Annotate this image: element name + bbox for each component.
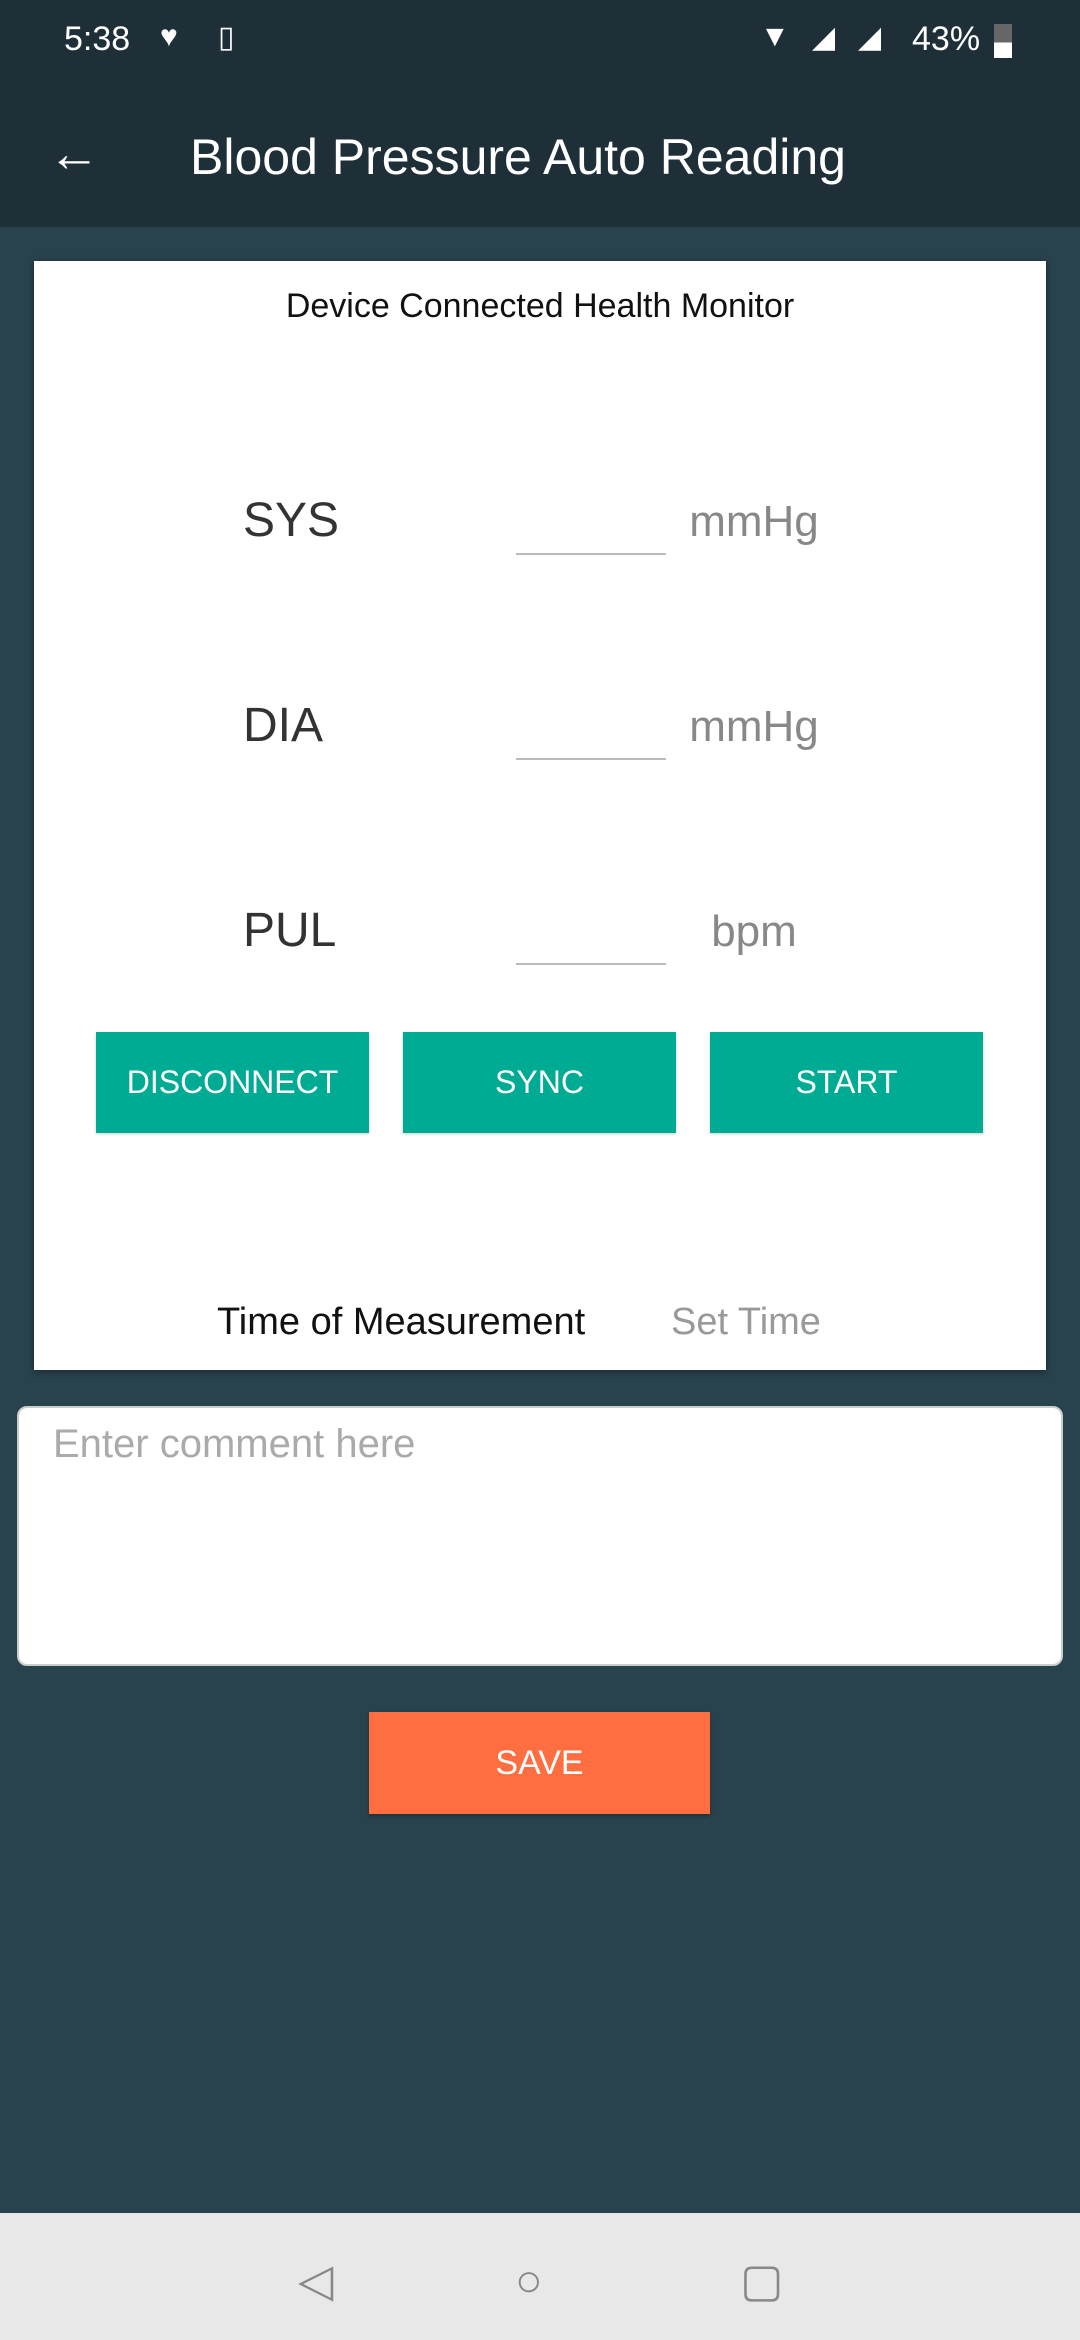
dia-unit: mmHg xyxy=(689,702,819,751)
pul-label: PUL xyxy=(243,904,337,957)
start-button[interactable]: START xyxy=(710,1032,983,1133)
recents-nav-icon[interactable]: ▢ xyxy=(740,2253,783,2307)
status-bar: 5:38 ♥ ▯ ▼ ◢ ◢ 43% xyxy=(0,0,1080,84)
battery-icon xyxy=(994,24,1012,58)
time-of-measurement-label: Time of Measurement xyxy=(217,1301,586,1343)
home-nav-icon[interactable]: ○ xyxy=(515,2253,543,2307)
card-title: Device Connected Health Monitor xyxy=(285,287,795,325)
dia-label: DIA xyxy=(243,699,324,752)
comment-input[interactable] xyxy=(17,1406,1063,1666)
wifi-icon: ▼ xyxy=(760,20,790,53)
pul-row: PUL bpm xyxy=(34,903,1046,1023)
navigation-bar: ◁ ○ ▢ xyxy=(0,2213,1080,2340)
sys-row: SYS mmHg xyxy=(34,493,1046,613)
dia-input[interactable] xyxy=(516,698,666,760)
app-bar: ← Blood Pressure Auto Reading xyxy=(0,84,1080,227)
save-button[interactable]: SAVE xyxy=(369,1712,710,1814)
pul-unit: bpm xyxy=(711,907,797,956)
page-title: Blood Pressure Auto Reading xyxy=(190,129,846,185)
heart-pulse-icon: ♥ xyxy=(160,20,178,53)
signal-icon: ◢ xyxy=(858,21,882,54)
sync-button[interactable]: SYNC xyxy=(403,1032,676,1133)
sys-input[interactable] xyxy=(516,493,666,555)
pul-input[interactable] xyxy=(516,903,666,965)
speaker-icon: ▯ xyxy=(218,21,235,54)
disconnect-button[interactable]: DISCONNECT xyxy=(96,1032,369,1133)
sys-unit: mmHg xyxy=(689,497,819,546)
back-nav-icon[interactable]: ◁ xyxy=(298,2253,333,2307)
sys-label: SYS xyxy=(243,494,340,547)
dia-row: DIA mmHg xyxy=(34,698,1046,818)
status-time: 5:38 xyxy=(64,20,131,58)
battery-percent: 43% xyxy=(912,20,981,58)
set-time-button[interactable]: Set Time xyxy=(671,1301,821,1344)
signal-icon: ◢ xyxy=(812,21,836,54)
monitor-card: Device Connected Health Monitor SYS mmHg… xyxy=(34,261,1046,1370)
arrow-left-icon[interactable]: ← xyxy=(48,124,100,184)
